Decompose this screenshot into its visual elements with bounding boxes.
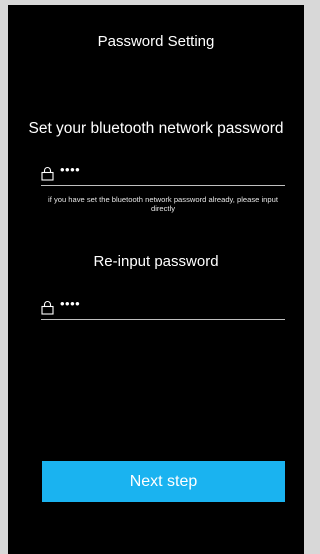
password-field[interactable]: •••• [41,159,285,186]
next-step-button[interactable]: Next step [42,461,285,502]
reinput-password-value: •••• [60,296,81,311]
reinput-label: Re-input password [93,253,219,270]
password-value: •••• [60,162,81,177]
page-title: Password Setting [97,33,215,50]
reinput-password-field[interactable]: •••• [41,293,285,320]
lock-icon [41,301,54,315]
password-prompt: Set your bluetooth network password [28,120,284,137]
password-hint: if you have set the bluetooth network pa… [48,195,278,213]
app-screen: Password Setting Set your bluetooth netw… [8,5,304,554]
lock-icon [41,167,54,181]
